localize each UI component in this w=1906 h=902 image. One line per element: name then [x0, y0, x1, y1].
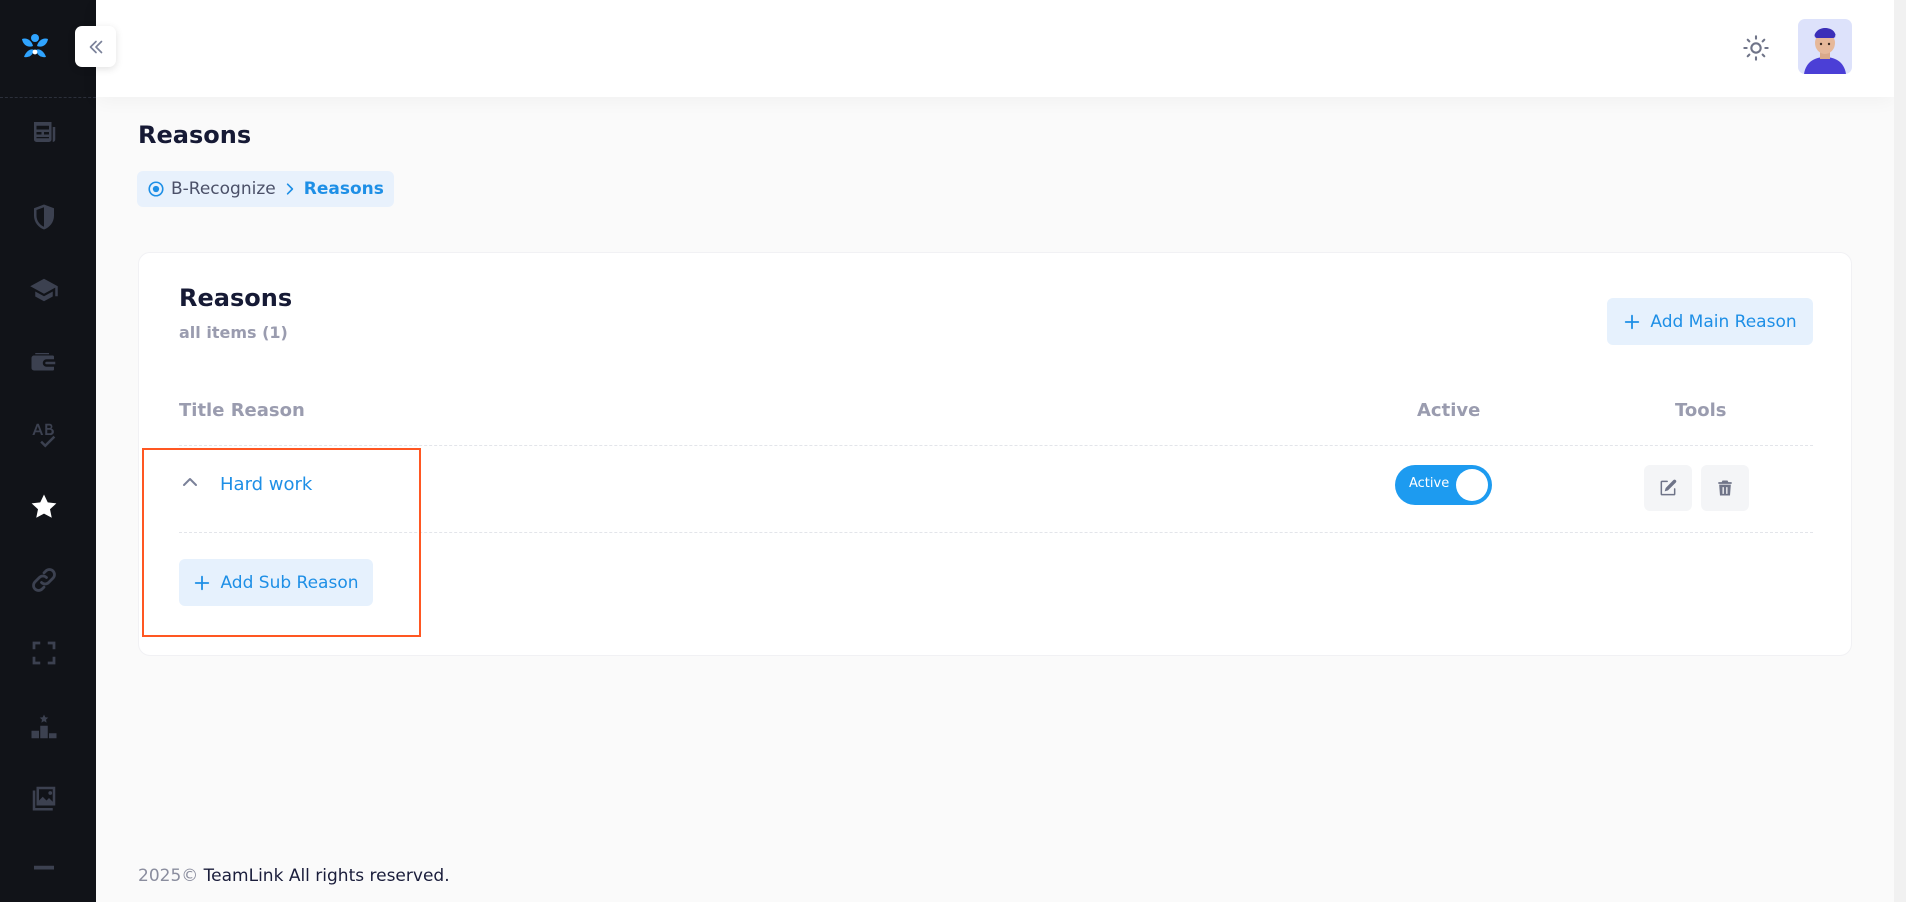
header-divider: [179, 445, 1813, 446]
spellcheck-icon: [32, 423, 56, 448]
user-avatar[interactable]: [1798, 19, 1852, 74]
wallet-icon: [31, 353, 56, 371]
top-header: [96, 0, 1894, 97]
add-main-reason-label: Add Main Reason: [1650, 311, 1797, 332]
sidebar: [0, 0, 96, 902]
sidebar-item-gallery[interactable]: [27, 781, 61, 815]
leaderboard-icon: [31, 714, 57, 739]
fullscreen-icon: [32, 641, 56, 665]
sidebar-divider: [0, 97, 96, 98]
trash-icon: [1718, 480, 1732, 496]
page-scrollbar[interactable]: [1894, 0, 1906, 902]
newspaper-icon: [34, 122, 56, 142]
column-header-tools: Tools: [1675, 400, 1727, 421]
double-chevron-left-icon: [89, 40, 102, 53]
card-title: Reasons: [179, 284, 293, 312]
link-icon: [32, 568, 56, 592]
add-main-reason-button[interactable]: Add Main Reason: [1607, 298, 1813, 345]
shield-icon: [34, 204, 54, 230]
toggle-label: Active: [1409, 476, 1450, 491]
star-icon: [31, 494, 57, 518]
edit-icon: [1660, 479, 1677, 496]
sidebar-collapse-button[interactable]: [75, 26, 116, 67]
breadcrumb: B-Recognize Reasons: [137, 171, 394, 207]
edit-button[interactable]: [1644, 465, 1692, 511]
items-count: all items (1): [179, 323, 288, 342]
sidebar-item-more[interactable]: [27, 850, 61, 884]
graduation-cap-icon: [30, 278, 58, 302]
sidebar-item-fullscreen[interactable]: [27, 636, 61, 670]
column-header-title: Title Reason: [179, 400, 305, 421]
chevron-right-icon: [286, 183, 293, 195]
breadcrumb-current: Reasons: [303, 179, 384, 199]
sidebar-item-wallet[interactable]: [27, 346, 61, 380]
toggle-knob: [1456, 469, 1488, 501]
theme-toggle-button[interactable]: [1738, 30, 1774, 66]
reason-title-link[interactable]: Hard work: [220, 474, 312, 495]
plus-icon: [195, 575, 210, 590]
footer-company: TeamLink All rights reserved.: [203, 866, 450, 886]
app-logo[interactable]: [18, 30, 52, 64]
page-title: Reasons: [138, 121, 252, 149]
breadcrumb-home-link[interactable]: B-Recognize: [171, 179, 276, 199]
active-toggle[interactable]: Active: [1395, 465, 1492, 505]
images-icon: [32, 786, 56, 811]
target-icon: [148, 181, 164, 197]
sidebar-item-recognition[interactable]: [27, 490, 61, 524]
reasons-card: Reasons all items (1) Add Main Reason Ti…: [138, 252, 1852, 656]
delete-button[interactable]: [1701, 465, 1749, 511]
row-divider: [179, 532, 1813, 533]
sidebar-item-training[interactable]: [27, 273, 61, 307]
sidebar-item-leaderboard[interactable]: [27, 710, 61, 744]
sidebar-item-spellcheck[interactable]: [27, 418, 61, 452]
footer-year: 2025©: [138, 866, 199, 886]
minus-icon: [34, 865, 54, 870]
sidebar-item-links[interactable]: [27, 563, 61, 597]
sidebar-item-security[interactable]: [27, 200, 61, 234]
add-sub-reason-button[interactable]: Add Sub Reason: [179, 559, 373, 606]
footer: 2025© TeamLink All rights reserved.: [138, 866, 450, 886]
chevron-up-icon: [183, 478, 197, 486]
sun-icon: [1743, 35, 1769, 61]
expand-toggle[interactable]: [179, 471, 201, 493]
sidebar-item-news[interactable]: [27, 115, 61, 149]
plus-icon: [1625, 314, 1640, 329]
add-sub-reason-label: Add Sub Reason: [220, 572, 359, 593]
column-header-active: Active: [1417, 400, 1481, 421]
